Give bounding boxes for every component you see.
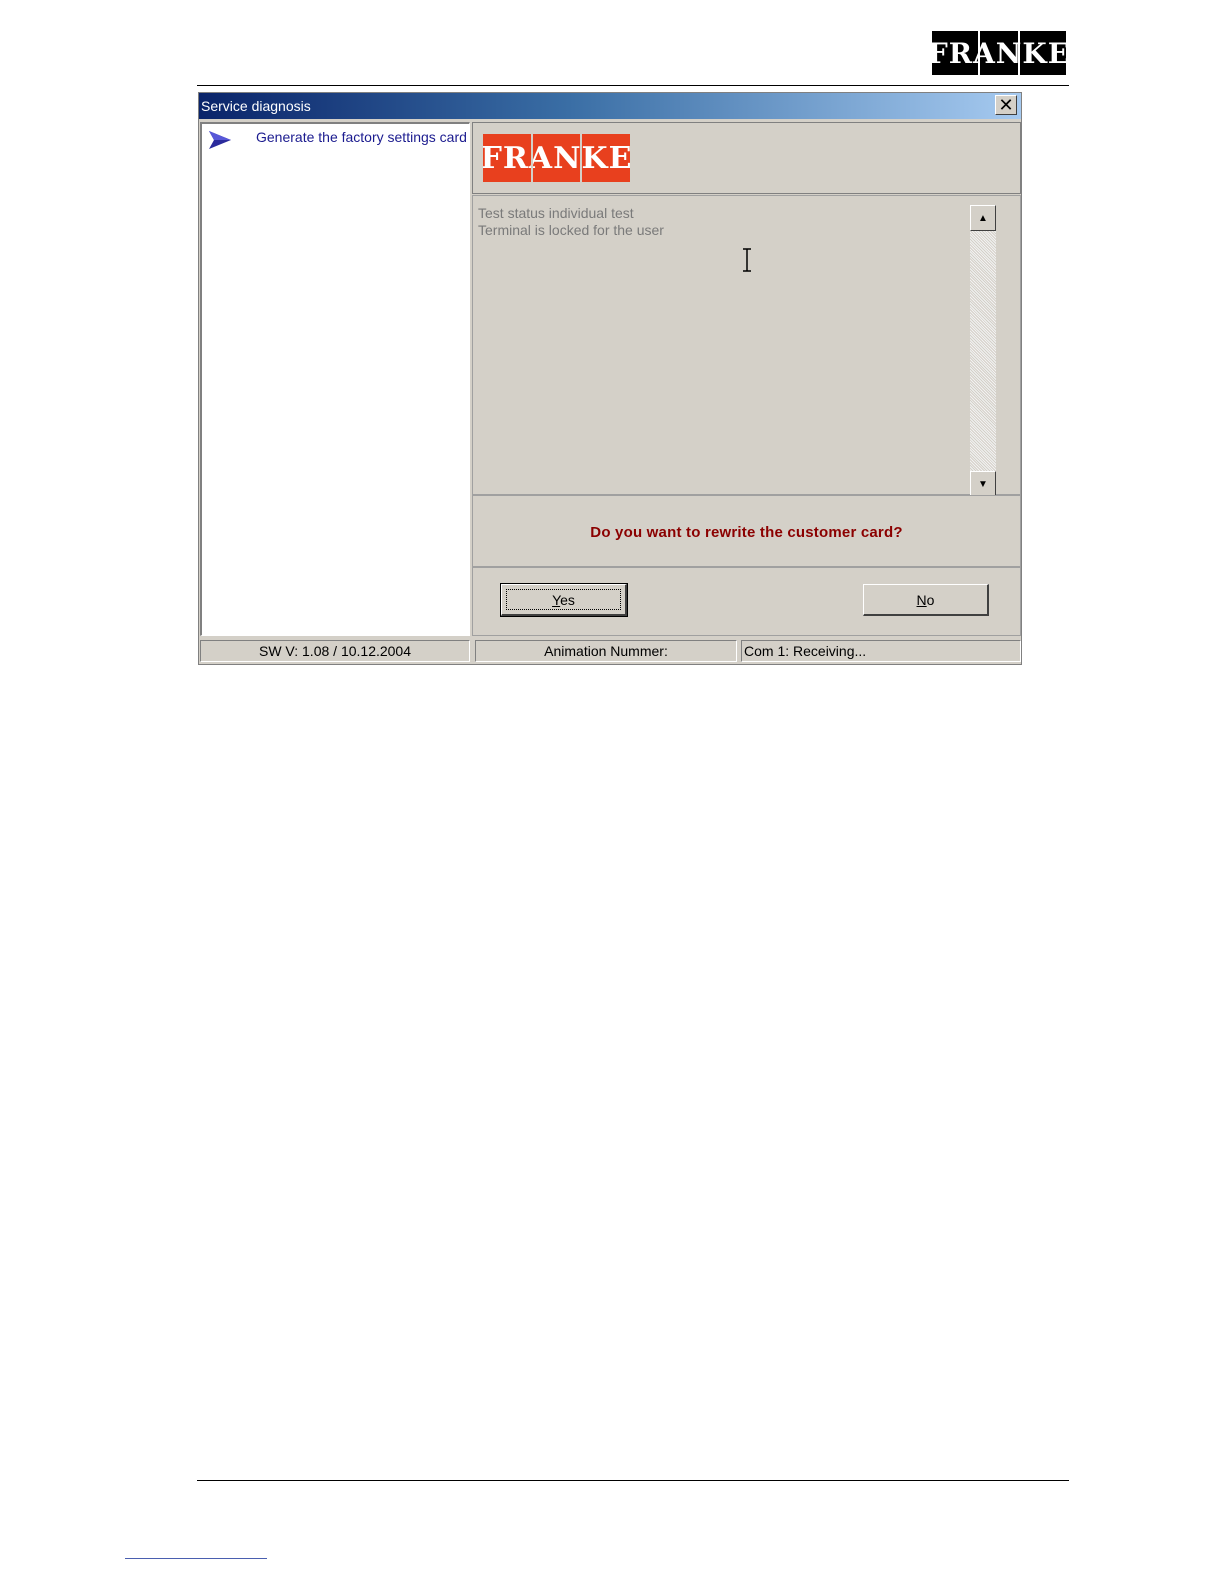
- franke-brand-logo: FRANKE: [483, 134, 630, 182]
- header-rule: [197, 85, 1069, 86]
- franke-document-logo: FRANKE: [932, 31, 1066, 75]
- arrow-right-icon: [209, 131, 231, 149]
- scroll-up-button[interactable]: ▲: [970, 205, 996, 231]
- document-logo-text: FRANKE: [932, 36, 1066, 70]
- brand-panel: FRANKE: [472, 122, 1021, 194]
- yes-button[interactable]: Yes: [500, 583, 628, 617]
- no-button-label: No: [916, 591, 935, 608]
- animation-number: Animation Nummer:: [475, 640, 737, 662]
- prompt-panel: Do you want to rewrite the customer card…: [472, 495, 1021, 567]
- focus-rectangle: [506, 589, 621, 610]
- com-port-status: Com 1: Receiving...: [741, 640, 1021, 662]
- close-icon: ✕: [998, 95, 1014, 115]
- brand-logo-text: FRANKE: [483, 140, 630, 176]
- status-log[interactable]: Test status individual test Terminal is …: [472, 195, 1021, 497]
- status-bar: SW V: 1.08 / 10.12.2004 Animation Nummer…: [199, 638, 1021, 664]
- service-diagnosis-window: Service diagnosis ✕ Generate the factory…: [198, 92, 1022, 665]
- log-line: Test status individual test: [478, 205, 634, 221]
- list-item-label: Generate the factory settings card: [256, 129, 467, 145]
- vertical-scrollbar[interactable]: ▲ ▼: [970, 205, 996, 497]
- close-button[interactable]: ✕: [995, 95, 1017, 115]
- scroll-down-icon: ▼: [978, 478, 988, 490]
- title-bar[interactable]: Service diagnosis ✕: [199, 93, 1021, 119]
- no-button[interactable]: No: [863, 584, 989, 616]
- footer-rule: [197, 1480, 1069, 1481]
- scroll-up-icon: ▲: [978, 212, 988, 224]
- list-item-generate-factory-settings-card[interactable]: Generate the factory settings card: [202, 126, 468, 154]
- button-panel: Yes No: [472, 567, 1021, 636]
- scroll-down-button[interactable]: ▼: [970, 471, 996, 497]
- footnote-rule: [125, 1558, 267, 1559]
- window-title: Service diagnosis: [201, 98, 311, 114]
- log-line: Terminal is locked for the user: [478, 222, 664, 238]
- action-list: Generate the factory settings card: [200, 122, 470, 636]
- prompt-question: Do you want to rewrite the customer card…: [590, 524, 903, 541]
- software-version: SW V: 1.08 / 10.12.2004: [200, 640, 470, 662]
- text-cursor-icon: [743, 248, 751, 272]
